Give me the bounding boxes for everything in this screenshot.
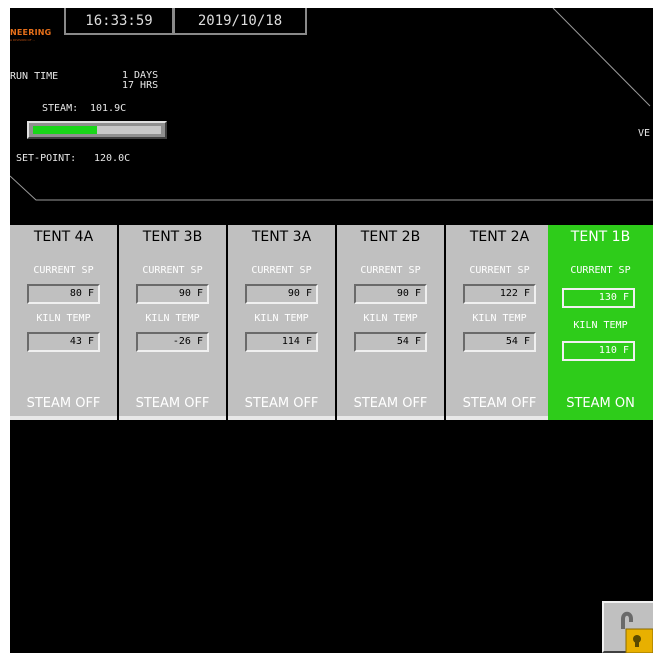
kiln-temp-value: 43 F xyxy=(27,332,100,352)
current-sp-label: CURRENT SP xyxy=(33,265,94,276)
setpoint-value: 120.0C xyxy=(94,153,131,164)
tent-bottom-bar xyxy=(119,416,226,420)
run-time-hours: 17 HRS xyxy=(122,80,159,91)
kiln-temp-value: 110 F xyxy=(562,341,635,361)
unlocked-padlock-icon xyxy=(621,611,653,653)
steam-status: STEAM OFF xyxy=(244,396,319,411)
tent-title: TENT 2A xyxy=(469,229,530,245)
kiln-temp-value: 54 F xyxy=(463,332,536,352)
tent-title: TENT 2B xyxy=(360,229,421,245)
current-sp-label: CURRENT SP xyxy=(251,265,312,276)
kiln-temp-label: KILN TEMP xyxy=(36,313,91,324)
tent-title: TENT 4A xyxy=(33,229,94,245)
tent-panel-2a[interactable]: TENT 2A CURRENT SP 122 F KILN TEMP 54 F … xyxy=(446,225,553,420)
tent-bottom-bar xyxy=(228,416,335,420)
steam-gauge-fill xyxy=(33,126,97,134)
steam-status: STEAM OFF xyxy=(135,396,210,411)
kiln-temp-value: -26 F xyxy=(136,332,209,352)
current-sp-label: CURRENT SP xyxy=(360,265,421,276)
run-time-label: RUN TIME xyxy=(10,71,59,82)
kiln-temp-label: KILN TEMP xyxy=(145,313,200,324)
kiln-temp-value: 114 F xyxy=(245,332,318,352)
hmi-screen: NEERING A DIVISION OF ... 16:33:59 2019/… xyxy=(10,8,653,653)
current-sp-label: CURRENT SP xyxy=(142,265,203,276)
setpoint-label: SET-POINT: xyxy=(16,153,77,164)
steam-status: STEAM OFF xyxy=(462,396,537,411)
tent-title: TENT 3B xyxy=(142,229,203,245)
steam-gauge xyxy=(27,121,167,139)
current-sp-value: 80 F xyxy=(27,284,100,304)
current-sp-label: CURRENT SP xyxy=(570,265,631,276)
tent-panel-2b[interactable]: TENT 2B CURRENT SP 90 F KILN TEMP 54 F S… xyxy=(337,225,444,420)
current-sp-label: CURRENT SP xyxy=(469,265,530,276)
steam-status: STEAM OFF xyxy=(26,396,101,411)
steam-value: 101.9C xyxy=(90,103,127,114)
tent-bottom-bar xyxy=(10,416,117,420)
tent-panel-3a[interactable]: TENT 3A CURRENT SP 90 F KILN TEMP 114 F … xyxy=(228,225,335,420)
right-truncated-label: VE xyxy=(638,128,651,139)
kiln-temp-label: KILN TEMP xyxy=(363,313,418,324)
tent-panel-4a[interactable]: TENT 4A CURRENT SP 80 F KILN TEMP 43 F S… xyxy=(10,225,117,420)
tent-title: TENT 3A xyxy=(251,229,312,245)
tent-panel-1b[interactable]: TENT 1B CURRENT SP 130 F KILN TEMP 110 F… xyxy=(548,225,653,420)
current-sp-value: 122 F xyxy=(463,284,536,304)
current-sp-value: 90 F xyxy=(354,284,427,304)
tent-bottom-bar xyxy=(548,416,653,420)
kiln-temp-label: KILN TEMP xyxy=(254,313,309,324)
steam-status: STEAM ON xyxy=(566,396,635,411)
tent-panel-3b[interactable]: TENT 3B CURRENT SP 90 F KILN TEMP -26 F … xyxy=(119,225,226,420)
kiln-temp-value: 54 F xyxy=(354,332,427,352)
lock-button[interactable] xyxy=(602,601,653,653)
tent-bottom-bar xyxy=(446,416,553,420)
current-sp-value: 90 F xyxy=(245,284,318,304)
current-sp-value: 130 F xyxy=(562,288,635,308)
current-sp-value: 90 F xyxy=(136,284,209,304)
steam-status: STEAM OFF xyxy=(353,396,428,411)
tent-bottom-bar xyxy=(337,416,444,420)
kiln-temp-label: KILN TEMP xyxy=(472,313,527,324)
steam-label: STEAM: xyxy=(42,103,79,114)
kiln-temp-label: KILN TEMP xyxy=(573,320,628,331)
steam-gauge-track xyxy=(33,126,161,134)
tent-title: TENT 1B xyxy=(570,229,631,245)
